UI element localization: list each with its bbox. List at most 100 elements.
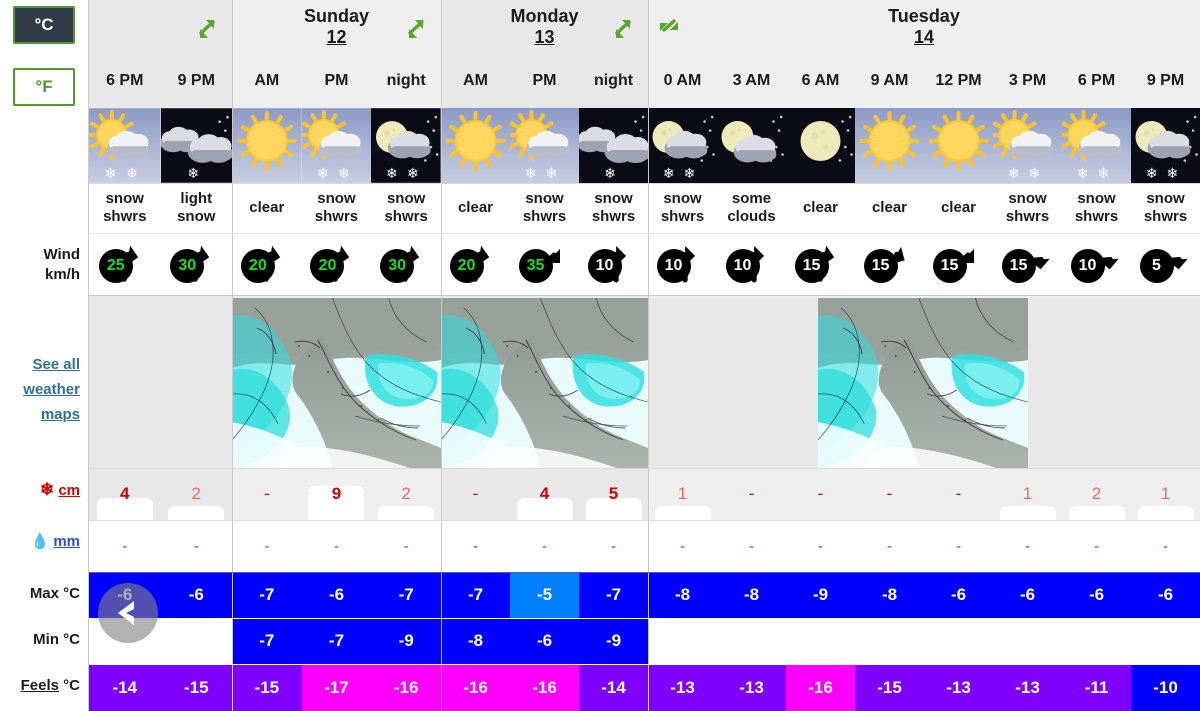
wind-speed-value: 15 [802, 257, 821, 274]
wind-speed-value: 10 [1078, 257, 1097, 274]
min-temp-cell: -7 [301, 618, 372, 664]
weather-map-thumbnail[interactable] [232, 298, 441, 468]
wind-speed-value: 20 [457, 257, 476, 274]
max-temp-value: -8 [743, 585, 760, 604]
feels-temp-row-label: Feels °C [0, 676, 80, 696]
rain-value: - [1163, 537, 1168, 555]
min-temp-value: -7 [259, 631, 275, 650]
max-temp-value: -8 [881, 585, 898, 604]
wind-speed-badge: 15 [1001, 249, 1036, 283]
unit-fahrenheit-button[interactable]: °F [13, 68, 75, 106]
snowflake-icon: ❄ [39, 480, 55, 499]
condition-text: snow shwrs [103, 190, 147, 225]
wind-cell: 20 [441, 233, 510, 295]
max-temp-cell: -6 [301, 572, 372, 618]
wind-speed-value: 5 [1152, 257, 1161, 274]
see-all-weather-maps-link[interactable]: See all weather maps [0, 352, 80, 427]
svg-text:❄: ❄ [105, 166, 117, 182]
feels-temp-value: -13 [670, 677, 695, 697]
feels-temp-cell: -10 [1131, 664, 1200, 711]
weather-map-thumbnail[interactable] [818, 298, 1028, 468]
max-temp-value: -7 [605, 585, 622, 604]
wind-cell: 10 [648, 233, 717, 295]
svg-text:❄: ❄ [684, 166, 696, 182]
wind-speed-badge: 15 [863, 249, 898, 283]
hour-label: AM [254, 72, 280, 89]
wind-indicator: 15 [930, 241, 988, 287]
snow-cell: 1 [648, 468, 717, 520]
rain-row-label[interactable]: 💧 mm [0, 532, 80, 552]
wind-unit-text: km/h [44, 266, 80, 283]
weather-map-thumbnail[interactable] [441, 298, 648, 468]
wind-indicator: 20 [447, 241, 505, 287]
feels-label-text: Feels [20, 677, 59, 694]
snow-cell: - [786, 468, 855, 520]
rain-cell: - [717, 520, 786, 572]
rain-value: - [1094, 537, 1099, 555]
max-temp-value: -7 [259, 585, 275, 604]
snow-row-label[interactable]: ❄ cm [0, 480, 80, 501]
weather-icon-moon-cloud-snow: ❄ ❄ [648, 108, 717, 183]
condition-label: some clouds [717, 183, 786, 233]
snow-label-text: cm [58, 482, 80, 499]
hour-label: night [593, 72, 634, 89]
feels-temp-value: -15 [877, 677, 902, 697]
condition-label: snow shwrs [993, 183, 1062, 233]
condition-text: snow shwrs [1074, 190, 1119, 225]
wind-indicator: 15 [792, 241, 850, 287]
rain-cell: - [924, 520, 993, 572]
wind-indicator: 15 [999, 241, 1057, 287]
wind-speed-value: 15 [1009, 257, 1028, 274]
rain-cell: - [302, 520, 372, 572]
max-temp-cell: -6 [1062, 572, 1131, 618]
svg-text:❄: ❄ [1077, 166, 1089, 182]
svg-text:❄: ❄ [187, 166, 199, 182]
condition-text: snow shwrs [660, 190, 705, 225]
previous-day-button[interactable] [98, 583, 158, 643]
feels-temp-cell: -15 [855, 664, 924, 711]
feels-temp-cell: -13 [717, 664, 786, 711]
snow-value: - [263, 484, 270, 503]
wind-speed-value: 30 [388, 257, 407, 274]
wind-speed-value: 25 [106, 257, 125, 274]
max-temp-cell: -8 [717, 572, 786, 618]
wind-speed-badge: 10 [725, 249, 760, 283]
wind-cell: 30 [161, 233, 233, 295]
wind-speed-value: 10 [595, 257, 614, 274]
max-temp-cell: -8 [648, 572, 717, 618]
wind-cell: 10 [717, 233, 786, 295]
svg-text:❄: ❄ [525, 166, 537, 182]
feels-temp-cell: -14 [579, 664, 648, 711]
condition-label: clear [441, 183, 510, 233]
snow-cell: - [855, 468, 924, 520]
snow-cell: 9 [302, 468, 372, 520]
wind-speed-badge: 10 [587, 249, 622, 283]
condition-text: light snow [177, 190, 216, 225]
max-temp-cell: -6 [1131, 572, 1200, 618]
min-temp-value: -6 [536, 631, 553, 650]
weather-icon-moon-cloud-snow: ❄ ❄ [1131, 108, 1200, 183]
unit-celsius-label: °C [34, 15, 54, 34]
row-divider [89, 468, 1200, 469]
condition-text: snow shwrs [1143, 190, 1188, 225]
wind-indicator: 30 [167, 241, 225, 287]
min-temp-value: -7 [328, 631, 345, 650]
forecast-column: 0 AM ❄ ❄ snow shwrs 10 1 - -8 -13 [648, 0, 717, 711]
rain-cell: - [371, 520, 441, 572]
max-temp-cell: -6 [924, 572, 993, 618]
max-temp-value: -6 [328, 585, 345, 604]
condition-text: clear [249, 199, 285, 216]
svg-text:❄: ❄ [663, 166, 675, 182]
feels-temp-cell: -15 [232, 664, 302, 711]
wind-cell: 5 [1131, 233, 1200, 295]
min-temp-cell: -7 [232, 618, 302, 664]
condition-label: snow shwrs [1131, 183, 1200, 233]
max-temp-value: -6 [950, 585, 967, 604]
wind-speed-badge: 20 [240, 249, 275, 283]
unit-celsius-button[interactable]: °C [13, 6, 75, 44]
rain-value: - [818, 537, 823, 555]
wind-speed-value: 30 [178, 257, 197, 274]
max-temp-cell: -7 [232, 572, 302, 618]
max-temp-value: -6 [1019, 585, 1036, 604]
svg-text:❄: ❄ [126, 166, 138, 182]
